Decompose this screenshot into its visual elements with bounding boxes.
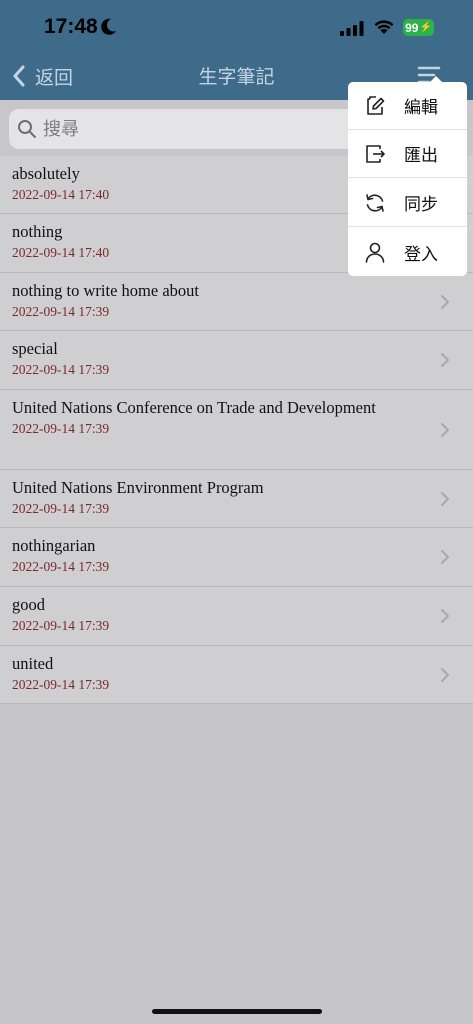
menu-item-label: 登入 <box>404 244 438 265</box>
menu-item-export[interactable]: 匯出 <box>348 130 467 178</box>
menu-item-sync[interactable]: 同步 <box>348 179 467 227</box>
word-date: 2022-09-14 17:40 <box>12 187 110 202</box>
user-icon <box>365 242 385 263</box>
chevron-right-icon <box>441 423 449 437</box>
battery-level: 99 <box>405 20 419 35</box>
word-term: nothing <box>12 222 63 241</box>
list-item[interactable]: nothing to write home about 2022-09-14 1… <box>0 273 473 331</box>
list-item[interactable]: nothingarian 2022-09-14 17:39 <box>0 528 473 587</box>
chevron-right-icon <box>441 668 449 682</box>
moon-icon <box>101 18 116 35</box>
word-date: 2022-09-14 17:40 <box>12 245 110 260</box>
search-icon <box>18 120 36 138</box>
list-item[interactable]: good 2022-09-14 17:39 <box>0 587 473 646</box>
wifi-icon <box>374 20 394 34</box>
battery-indicator: 99 ⚡ <box>403 19 434 36</box>
list-item[interactable]: special 2022-09-14 17:39 <box>0 331 473 390</box>
export-icon <box>366 144 385 163</box>
word-date: 2022-09-14 17:39 <box>12 501 110 516</box>
word-date: 2022-09-14 17:39 <box>12 362 110 377</box>
list-item[interactable]: United Nations Conference on Trade and D… <box>0 390 473 470</box>
home-indicator[interactable] <box>152 1009 322 1014</box>
sync-icon <box>366 193 384 212</box>
menu-item-login[interactable]: 登入 <box>348 228 467 276</box>
word-term: United Nations Conference on Trade and D… <box>12 398 376 417</box>
list-item[interactable]: United Nations Environment Program 2022-… <box>0 470 473 528</box>
chevron-right-icon <box>441 550 449 564</box>
word-date: 2022-09-14 17:39 <box>12 559 110 574</box>
word-term: nothingarian <box>12 536 96 555</box>
chevron-right-icon <box>441 492 449 506</box>
menu-item-label: 同步 <box>404 195 438 215</box>
charging-bolt-icon: ⚡ <box>419 22 432 33</box>
menu-item-label: 編輯 <box>404 98 438 118</box>
edit-icon <box>367 95 385 115</box>
word-term: United Nations Environment Program <box>12 478 264 497</box>
word-term: absolutely <box>12 164 80 183</box>
chevron-right-icon <box>441 609 449 623</box>
word-date: 2022-09-14 17:39 <box>12 304 110 319</box>
status-bar: 17:48 99 ⚡ <box>0 0 473 54</box>
word-term: nothing to write home about <box>12 281 199 300</box>
cellular-signal-icon <box>340 21 364 36</box>
word-term: united <box>12 654 54 673</box>
chevron-right-icon <box>441 353 449 367</box>
word-term: special <box>12 339 58 358</box>
popover-menu: 編輯 匯出 同步 登入 <box>348 82 467 276</box>
word-term: good <box>12 595 45 614</box>
word-date: 2022-09-14 17:39 <box>12 618 110 633</box>
word-date: 2022-09-14 17:39 <box>12 421 110 436</box>
chevron-right-icon <box>441 295 449 309</box>
list-item[interactable]: united 2022-09-14 17:39 <box>0 646 473 704</box>
menu-item-label: 匯出 <box>404 146 438 166</box>
status-time: 17:48 <box>44 15 98 38</box>
menu-item-edit[interactable]: 編輯 <box>348 82 467 130</box>
word-date: 2022-09-14 17:39 <box>12 677 110 692</box>
